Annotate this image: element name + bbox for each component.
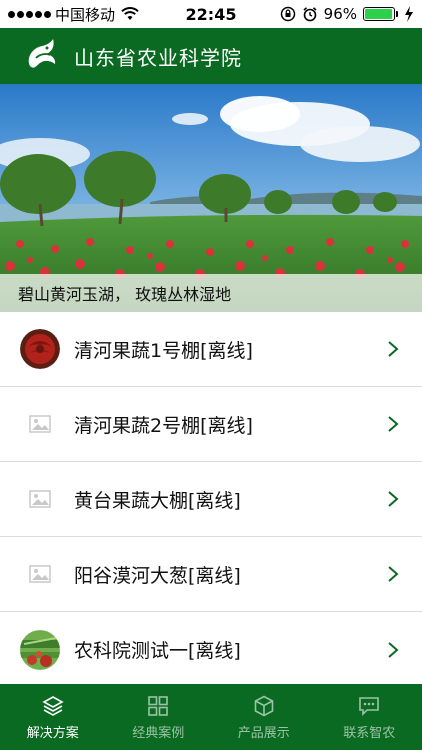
- cube-icon: [254, 695, 274, 716]
- battery-percent: 96%: [323, 5, 357, 23]
- image-placeholder-icon: [20, 404, 60, 444]
- tab-label: 经典案例: [132, 725, 185, 741]
- tab-label: 解决方案: [26, 725, 79, 741]
- chat-icon: [359, 696, 380, 716]
- greenhouse-list: 清河果蔬1号棚[离线] 清河果蔬2号棚[离线] 黄台果蔬大棚[离线] 阳谷漠河大…: [0, 312, 422, 684]
- chevron-right-icon: [388, 341, 399, 357]
- rotation-lock-icon: [280, 6, 295, 22]
- chevron-right-icon: [388, 566, 399, 582]
- list-item[interactable]: 农科院测试一[离线]: [0, 612, 422, 684]
- banner-caption: 碧山黄河玉湖， 玫瑰丛林湿地: [0, 274, 422, 312]
- list-item-label: 黄台果蔬大棚[离线]: [74, 489, 241, 512]
- tab-label: 联系智农: [343, 725, 396, 741]
- list-item-label: 清河果蔬2号棚[离线]: [74, 414, 253, 437]
- app-title: 山东省农业科学院: [74, 45, 242, 70]
- chevron-right-icon: [388, 641, 399, 658]
- tab-label: 产品展示: [237, 725, 290, 741]
- image-placeholder-icon: [20, 554, 60, 594]
- layers-icon: [42, 695, 64, 716]
- grid-icon: [148, 695, 169, 716]
- charging-icon: [405, 6, 413, 22]
- alarm-icon: [303, 7, 317, 22]
- list-item-label: 农科院测试一[离线]: [74, 640, 241, 662]
- chevron-right-icon: [388, 491, 399, 507]
- image-placeholder-icon: [20, 479, 60, 519]
- vegetables-thumbnail: [20, 629, 60, 670]
- app-header: 山东省农业科学院: [0, 28, 422, 84]
- banner-carousel[interactable]: 碧山黄河玉湖， 玫瑰丛林湿地: [0, 84, 422, 312]
- carrier-name: 中国移动: [55, 5, 116, 24]
- tab-contact[interactable]: 联系智农: [317, 684, 422, 750]
- leaf-dragon-logo-icon: [28, 39, 56, 68]
- battery-icon: [363, 7, 398, 21]
- tab-solutions[interactable]: 解决方案: [0, 684, 106, 750]
- rose-thumbnail: [20, 329, 60, 369]
- signal-strength-icon: [8, 10, 51, 18]
- list-item-label: 阳谷漠河大葱[离线]: [74, 564, 241, 587]
- bottom-tab-bar: 解决方案 经典案例 产品展示 联系智农: [0, 684, 422, 750]
- chevron-right-icon: [388, 416, 399, 432]
- list-item[interactable]: 阳谷漠河大葱[离线]: [0, 537, 422, 612]
- tab-products[interactable]: 产品展示: [211, 684, 317, 750]
- tab-cases[interactable]: 经典案例: [106, 684, 212, 750]
- list-item-label: 清河果蔬1号棚[离线]: [74, 339, 253, 362]
- list-item[interactable]: 清河果蔬1号棚[离线]: [0, 312, 422, 387]
- list-item[interactable]: 清河果蔬2号棚[离线]: [0, 387, 422, 462]
- wifi-icon: [121, 7, 139, 20]
- status-bar: 中国移动 22:45 96%: [0, 0, 422, 28]
- list-item[interactable]: 黄台果蔬大棚[离线]: [0, 462, 422, 537]
